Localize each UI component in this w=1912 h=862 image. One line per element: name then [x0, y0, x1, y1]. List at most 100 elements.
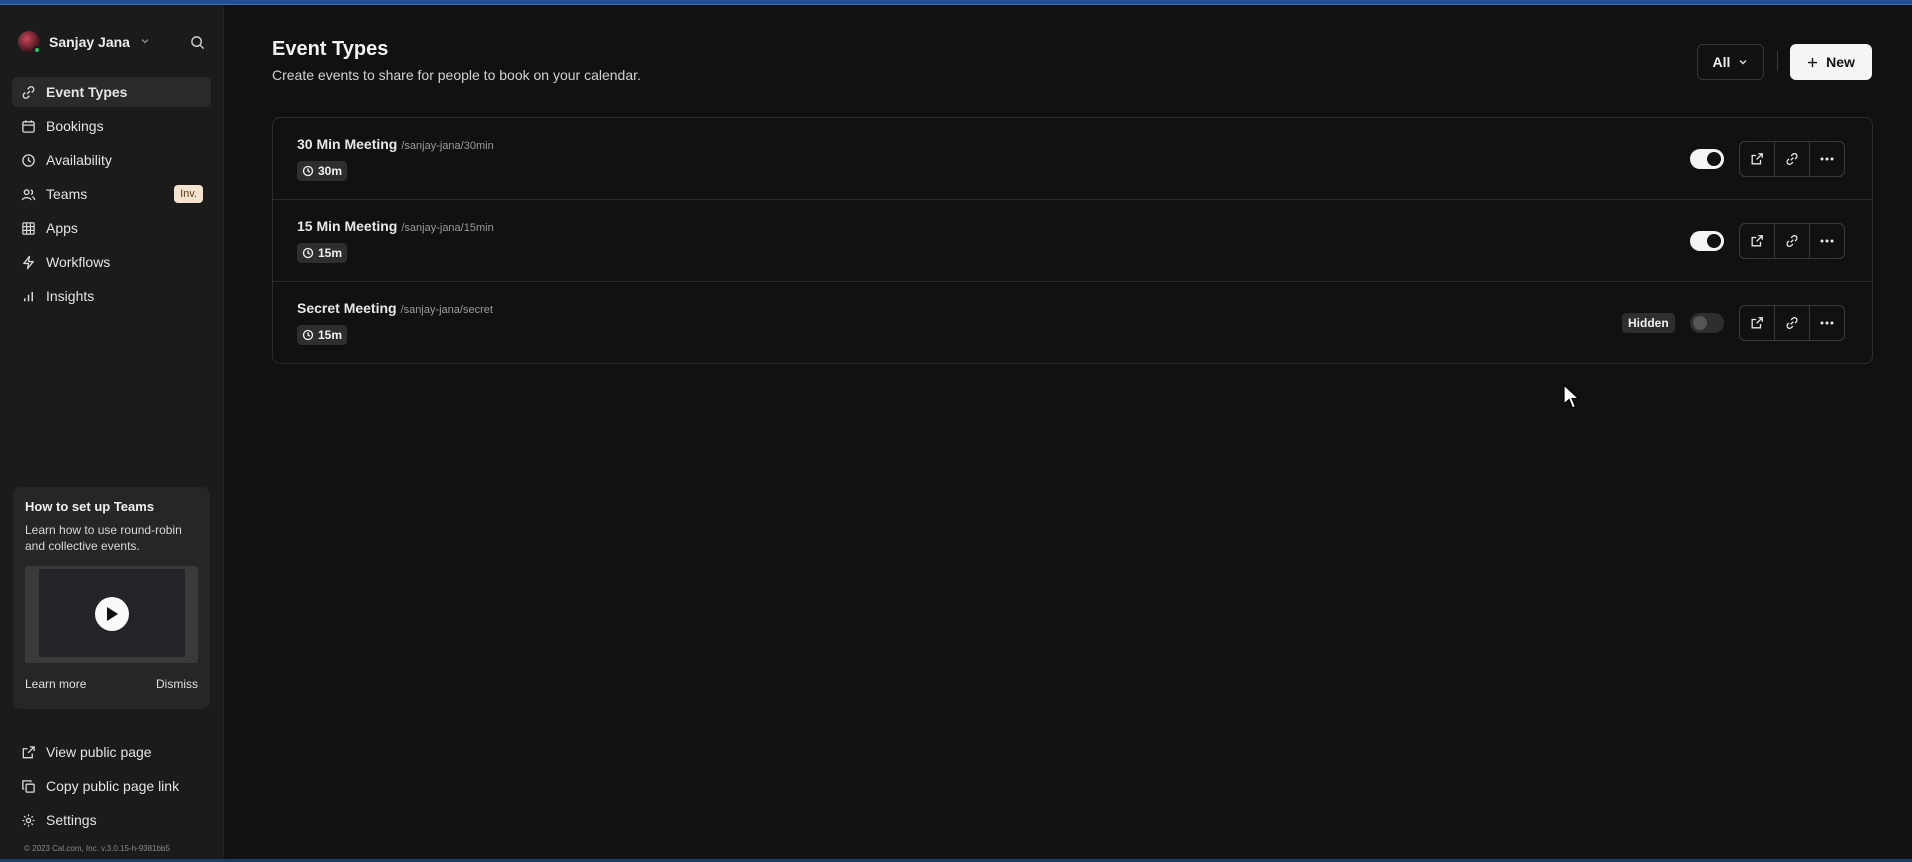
video-thumbnail[interactable]	[25, 566, 198, 663]
teams-tutorial-card: How to set up Teams Learn how to use rou…	[13, 487, 210, 709]
event-actions	[1739, 141, 1845, 177]
sidebar-item-apps[interactable]: Apps	[12, 213, 211, 243]
event-actions	[1739, 305, 1845, 341]
gear-icon	[20, 812, 36, 828]
more-options-button[interactable]	[1810, 224, 1844, 258]
more-options-button[interactable]	[1810, 142, 1844, 176]
chevron-down-icon	[140, 36, 150, 49]
clock-icon	[302, 247, 314, 259]
hidden-badge: Hidden	[1622, 313, 1675, 333]
plus-icon	[1807, 57, 1818, 68]
grid-icon	[20, 220, 36, 236]
sidebar-item-teams[interactable]: Teams Inv.	[12, 179, 211, 209]
external-link-icon	[1750, 152, 1764, 166]
toggle-knob	[1707, 234, 1721, 248]
more-horizontal-icon	[1820, 239, 1834, 243]
user-name: Sanjay Jana	[49, 34, 130, 50]
more-horizontal-icon	[1820, 157, 1834, 161]
sidebar-item-workflows[interactable]: Workflows	[12, 247, 211, 277]
event-title-line: 30 Min Meeting/sanjay-jana/30min	[297, 136, 494, 152]
copy-link-button[interactable]	[1775, 224, 1810, 258]
new-button-label: New	[1826, 54, 1855, 70]
event-slug: /sanjay-jana/30min	[401, 140, 494, 152]
event-slug: /sanjay-jana/15min	[401, 222, 494, 234]
toggle-knob	[1707, 152, 1721, 166]
event-enabled-toggle[interactable]	[1690, 231, 1724, 251]
link-icon	[1785, 152, 1799, 166]
copy-public-page-link[interactable]: Copy public page link	[12, 771, 211, 801]
event-actions	[1739, 223, 1845, 259]
more-options-button[interactable]	[1810, 306, 1844, 340]
dismiss-link[interactable]: Dismiss	[156, 677, 198, 691]
duration-badge: 15m	[297, 325, 348, 345]
sidebar: Sanjay Jana Event Types Bookings Availab…	[0, 5, 224, 859]
promo-title: How to set up Teams	[25, 499, 155, 514]
copy-icon	[20, 778, 36, 794]
sidebar-item-label: Teams	[46, 186, 88, 202]
preview-button[interactable]	[1740, 224, 1775, 258]
duration-badge: 15m	[297, 243, 348, 263]
users-icon	[20, 186, 36, 202]
sidebar-item-availability[interactable]: Availability	[12, 145, 211, 175]
clock-icon	[302, 329, 314, 341]
bottom-nav: View public page Copy public page link S…	[12, 737, 211, 839]
duration-text: 15m	[318, 328, 343, 342]
duration-text: 15m	[318, 246, 343, 260]
search-icon[interactable]	[186, 31, 208, 53]
preview-button[interactable]	[1740, 306, 1775, 340]
learn-more-link[interactable]: Learn more	[25, 677, 86, 691]
clock-icon	[302, 165, 314, 177]
sidebar-item-event-types[interactable]: Event Types	[12, 77, 211, 107]
event-type-row[interactable]: 15 Min Meeting/sanjay-jana/15min 15m	[273, 200, 1872, 282]
main-content: Event Types Create events to share for p…	[225, 5, 1912, 859]
event-slug: /sanjay-jana/secret	[400, 304, 493, 316]
filter-label: All	[1712, 54, 1731, 70]
link-icon	[1785, 316, 1799, 330]
nav-label: View public page	[46, 744, 152, 760]
avatar	[18, 31, 41, 54]
copyright-text: © 2023 Cal.com, Inc. v.3.0.15-h-9381bb5	[24, 844, 170, 853]
copy-link-button[interactable]	[1775, 142, 1810, 176]
nav-label: Settings	[46, 812, 97, 828]
new-event-type-button[interactable]: New	[1790, 44, 1872, 80]
link-icon	[1785, 234, 1799, 248]
external-link-icon	[20, 744, 36, 760]
header-divider	[1777, 51, 1778, 71]
play-icon[interactable]	[95, 597, 129, 631]
filter-dropdown[interactable]: All	[1697, 44, 1764, 80]
external-link-icon	[1750, 316, 1764, 330]
bar-chart-icon	[20, 288, 36, 304]
settings-link[interactable]: Settings	[12, 805, 211, 835]
event-title: 30 Min Meeting	[297, 136, 398, 152]
event-type-row[interactable]: Secret Meeting/sanjay-jana/secret 15m Hi…	[273, 282, 1872, 363]
sidebar-item-label: Apps	[46, 220, 78, 236]
event-title: 15 Min Meeting	[297, 218, 398, 234]
event-title-line: 15 Min Meeting/sanjay-jana/15min	[297, 218, 494, 234]
page-subtitle: Create events to share for people to boo…	[272, 67, 641, 83]
event-enabled-toggle[interactable]	[1690, 313, 1724, 333]
sidebar-item-label: Insights	[46, 288, 95, 304]
event-types-list: 30 Min Meeting/sanjay-jana/30min 30m 15 …	[272, 117, 1873, 364]
sidebar-item-label: Event Types	[46, 84, 128, 100]
main-nav: Event Types Bookings Availability Teams …	[12, 77, 211, 315]
online-status-dot	[33, 46, 41, 54]
event-type-row[interactable]: 30 Min Meeting/sanjay-jana/30min 30m	[273, 118, 1872, 200]
chevron-down-icon	[1738, 57, 1748, 67]
user-menu[interactable]: Sanjay Jana	[18, 27, 208, 57]
invites-badge: Inv.	[174, 185, 203, 203]
link-icon	[20, 84, 36, 100]
more-horizontal-icon	[1820, 321, 1834, 325]
sidebar-item-label: Bookings	[46, 118, 104, 134]
clock-icon	[20, 152, 36, 168]
page-title: Event Types	[272, 38, 389, 60]
calendar-icon	[20, 118, 36, 134]
external-link-icon	[1750, 234, 1764, 248]
duration-text: 30m	[318, 164, 343, 178]
view-public-page-link[interactable]: View public page	[12, 737, 211, 767]
promo-description: Learn how to use round-robin and collect…	[25, 523, 182, 553]
sidebar-item-bookings[interactable]: Bookings	[12, 111, 211, 141]
sidebar-item-insights[interactable]: Insights	[12, 281, 211, 311]
copy-link-button[interactable]	[1775, 306, 1810, 340]
preview-button[interactable]	[1740, 142, 1775, 176]
event-enabled-toggle[interactable]	[1690, 149, 1724, 169]
